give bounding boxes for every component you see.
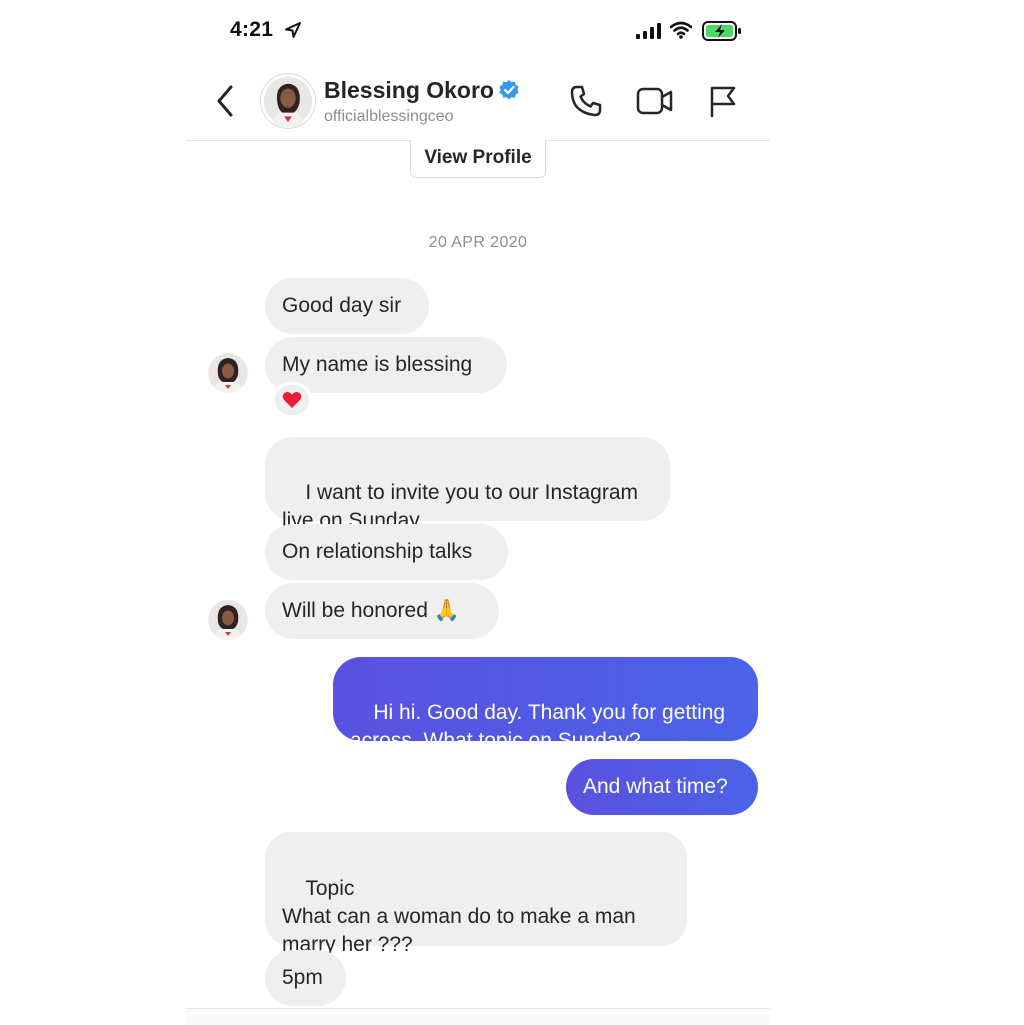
sender-avatar[interactable] [208,353,248,393]
flag-report-icon[interactable] [708,84,738,118]
message-bubble-incoming[interactable]: I want to invite you to our Instagram li… [265,437,670,532]
location-arrow-icon [285,22,301,38]
dm-thread-screen: 4:21 Blessing Okoro officialblessingceo … [186,0,770,1025]
contact-handle: officialblessingceo [324,108,454,125]
heart-reaction-badge[interactable] [272,382,312,418]
profile-photo-icon [208,353,248,393]
message-text: My name is blessing [282,353,473,376]
verified-badge-icon [499,80,519,100]
message-text: And what time? [583,775,728,798]
message-text: Topic What can a woman do to make a man … [282,877,636,956]
conversation-header: Blessing Okoro officialblessingceo [186,62,770,141]
wifi-icon [670,21,692,39]
view-profile-button[interactable]: View Profile [410,140,546,178]
message-text: 5pm [282,966,323,989]
cellular-signal-icon [636,23,661,39]
message-bubble-incoming[interactable]: On relationship talks [265,524,508,580]
status-time: 4:21 [230,18,274,41]
video-call-icon[interactable] [636,86,674,116]
message-bubble-incoming[interactable]: Will be honored 🙏 [265,583,499,639]
message-bubble-outgoing[interactable]: Hi hi. Good day. Thank you for getting a… [333,657,758,752]
profile-photo-icon [263,76,313,128]
message-bubble-outgoing[interactable]: And what time? [566,759,758,815]
message-text: Hi hi. Good day. Thank you for getting a… [350,701,726,752]
sender-avatar[interactable] [208,600,248,640]
message-text: On relationship talks [282,540,473,563]
heart-reaction-icon [282,392,302,408]
avatar[interactable] [260,73,316,129]
contact-name[interactable]: Blessing Okoro [324,77,494,104]
date-separator: 20 APR 2020 [428,234,528,251]
phone-call-icon[interactable] [569,84,603,118]
status-bar: 4:21 [186,0,770,62]
message-text: Good day sir [282,294,402,317]
message-bubble-incoming[interactable]: Good day sir [265,278,429,334]
profile-photo-icon [208,600,248,640]
message-bubble-incoming[interactable]: Topic What can a woman do to make a man … [265,832,687,956]
message-bubble-incoming[interactable]: 5pm [265,950,346,1006]
composer-edge [186,1008,770,1025]
message-text: Will be honored 🙏 [282,599,460,622]
battery-charging-icon [702,21,741,41]
back-chevron-icon[interactable] [214,84,236,118]
